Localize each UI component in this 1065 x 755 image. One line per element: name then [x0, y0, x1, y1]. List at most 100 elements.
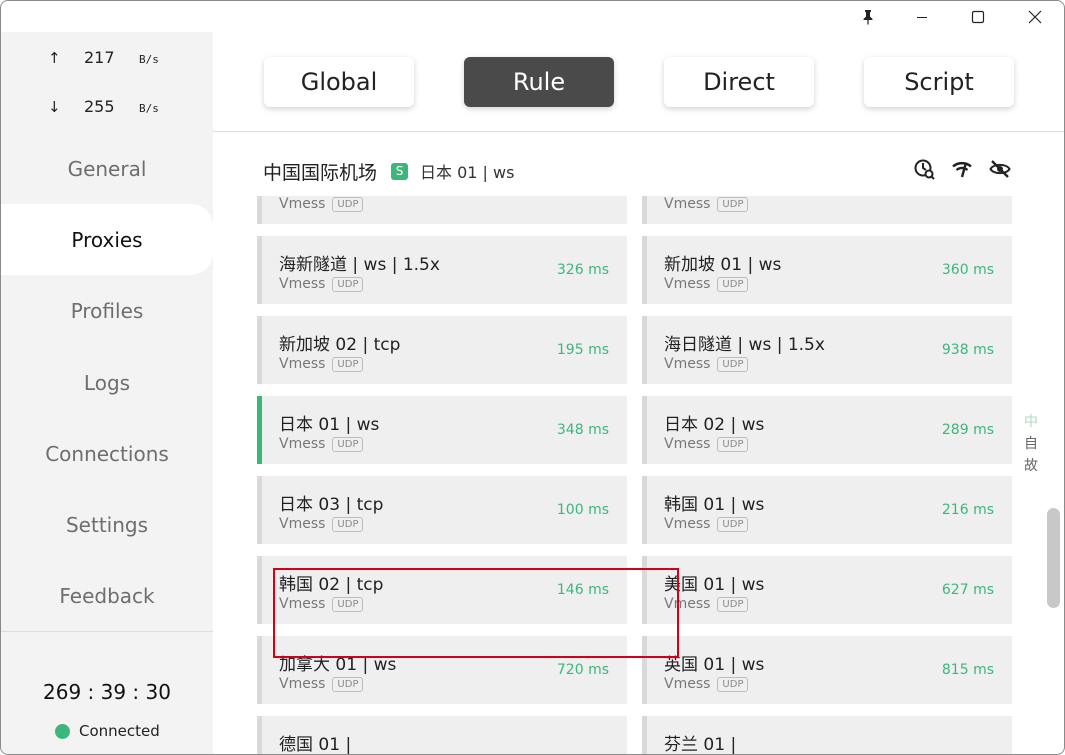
proxy-type: Vmess UDP: [664, 676, 749, 692]
upload-arrow-icon: ↑: [48, 49, 61, 67]
proxy-delay[interactable]: 815 ms: [942, 662, 994, 678]
proxy-name: 美国 01 | ws: [664, 575, 765, 595]
nav-general[interactable]: General: [1, 133, 213, 204]
proxy-delay[interactable]: 216 ms: [942, 502, 994, 518]
status-text: Connected: [79, 722, 160, 740]
mode-global-button[interactable]: Global: [264, 57, 414, 107]
index-letter[interactable]: 故: [1020, 455, 1042, 477]
proxy-card[interactable]: 日本 02 | ws Vmess UDP 289 ms: [642, 396, 1012, 464]
wifi-icon[interactable]: [943, 158, 981, 180]
proxy-delay[interactable]: 195 ms: [557, 342, 609, 358]
proxy-type: Vmess UDP: [664, 196, 749, 212]
nav-profiles[interactable]: Profiles: [1, 275, 213, 346]
proxy-delay[interactable]: 289 ms: [942, 422, 994, 438]
proxy-type-label: Vmess: [664, 436, 711, 452]
nav-settings[interactable]: Settings: [1, 489, 213, 560]
udp-badge: UDP: [717, 196, 749, 212]
proxy-type: Vmess UDP: [664, 276, 749, 292]
proxy-name: 新加坡 01 | ws: [664, 255, 782, 275]
app-window: ↑ 217 B/s ↓ 255 B/s General Proxies Prof…: [0, 0, 1065, 755]
proxy-card[interactable]: 日本 01 | ws Vmess UDP 348 ms: [257, 396, 627, 464]
download-speed: ↓ 255 B/s: [48, 97, 159, 116]
mode-direct-button[interactable]: Direct: [664, 57, 814, 107]
proxy-card[interactable]: 海日隧道 | ws | 1.5x Vmess UDP 938 ms: [642, 316, 1012, 384]
udp-badge: UDP: [332, 436, 364, 452]
proxy-delay[interactable]: Timeout: [552, 196, 609, 198]
proxy-name: 英国 01 | ws: [664, 655, 765, 675]
nav-connections[interactable]: Connections: [1, 418, 213, 489]
index-letter[interactable]: 自: [1020, 433, 1042, 455]
nav-feedback[interactable]: Feedback: [1, 560, 213, 631]
proxy-name: 新加坡 02 | tcp: [279, 335, 401, 355]
proxy-delay[interactable]: 326 ms: [557, 262, 609, 278]
mode-script-button[interactable]: Script: [864, 57, 1014, 107]
proxy-card[interactable]: 韩国 01 | ws Vmess UDP 216 ms: [642, 476, 1012, 544]
proxy-card[interactable]: 日本 03 | tcp Vmess UDP 100 ms: [257, 476, 627, 544]
proxy-name: 芬兰 01 |: [664, 735, 737, 755]
nav-proxies[interactable]: Proxies: [1, 204, 213, 275]
proxy-name: 日本 03 | tcp: [279, 495, 384, 515]
delay-test-icon[interactable]: [905, 158, 943, 180]
upload-unit: B/s: [139, 53, 159, 66]
proxy-type-label: Vmess: [279, 436, 326, 452]
proxy-name: 海新隧道 | ws | 1.5x: [279, 255, 440, 275]
minimize-icon[interactable]: [897, 1, 947, 32]
index-letters: 中 自 故: [1020, 411, 1042, 477]
udp-badge: UDP: [332, 276, 364, 292]
upload-value: 217: [84, 48, 115, 67]
proxy-card[interactable]: 台湾 02 | tcpVmessUDPTimeout: [642, 196, 1012, 224]
proxy-card[interactable]: 德国 01 |: [257, 716, 627, 754]
proxy-delay[interactable]: 100 ms: [557, 502, 609, 518]
proxy-card[interactable]: 海新隧道 | ws | 1.5x Vmess UDP 326 ms: [257, 236, 627, 304]
udp-badge: UDP: [717, 516, 749, 532]
proxy-card[interactable]: 台湾 01 | wsVmessUDPTimeout: [257, 196, 627, 224]
title-bar: [1, 1, 1064, 32]
proxy-name: 海日隧道 | ws | 1.5x: [664, 335, 825, 355]
nav-logs[interactable]: Logs: [1, 347, 213, 418]
hide-icon[interactable]: [981, 158, 1019, 180]
status-dot-icon: [55, 723, 70, 739]
proxy-type-label: Vmess: [279, 356, 326, 372]
proxy-list: 台湾 01 | wsVmessUDPTimeout台湾 02 | tcpVmes…: [257, 196, 1027, 755]
close-icon[interactable]: [1010, 1, 1060, 32]
proxy-card[interactable]: 芬兰 01 |: [642, 716, 1012, 755]
proxy-type-label: Vmess: [664, 516, 711, 532]
udp-badge: UDP: [332, 196, 364, 212]
proxy-type-label: Vmess: [279, 276, 326, 292]
udp-badge: UDP: [717, 436, 749, 452]
udp-badge: UDP: [332, 676, 364, 692]
udp-badge: UDP: [717, 596, 749, 612]
maximize-icon[interactable]: [953, 1, 1003, 32]
mode-rule-button[interactable]: Rule: [464, 57, 614, 107]
proxy-type-label: Vmess: [664, 676, 711, 692]
proxy-delay[interactable]: 627 ms: [942, 582, 994, 598]
proxy-delay[interactable]: 938 ms: [942, 342, 994, 358]
proxy-card[interactable]: 英国 01 | ws Vmess UDP 815 ms: [642, 636, 1012, 704]
proxy-type-label: Vmess: [664, 276, 711, 292]
proxy-type: Vmess UDP: [279, 516, 364, 532]
proxy-delay[interactable]: Timeout: [937, 196, 994, 198]
proxy-card[interactable]: 美国 01 | ws Vmess UDP 627 ms: [642, 556, 1012, 624]
udp-badge: UDP: [717, 356, 749, 372]
proxy-delay[interactable]: 720 ms: [557, 662, 609, 678]
proxy-type-label: Vmess: [664, 356, 711, 372]
proxy-card[interactable]: 新加坡 01 | ws Vmess UDP 360 ms: [642, 236, 1012, 304]
download-value: 255: [84, 97, 115, 116]
selection-highlight-box: [273, 568, 679, 658]
proxy-delay[interactable]: 360 ms: [942, 262, 994, 278]
proxy-type: Vmess UDP: [279, 276, 364, 292]
index-letter[interactable]: 中: [1020, 411, 1042, 433]
proxy-type-label: Vmess: [664, 196, 711, 212]
proxy-delay[interactable]: 348 ms: [557, 422, 609, 438]
vertical-scrollbar[interactable]: [1047, 508, 1060, 608]
proxy-name: 日本 02 | ws: [664, 415, 765, 435]
mode-bar: Global Rule Direct Script: [213, 32, 1064, 132]
group-title: 中国国际机场: [263, 161, 378, 184]
udp-badge: UDP: [332, 516, 364, 532]
proxy-type: Vmess UDP: [664, 436, 749, 452]
proxy-type: Vmess UDP: [279, 196, 364, 212]
proxy-group-header[interactable]: 中国国际机场 S 日本 01 | ws: [263, 156, 1013, 186]
proxy-name: 日本 01 | ws: [279, 415, 380, 435]
pin-icon[interactable]: [843, 1, 893, 32]
proxy-card[interactable]: 新加坡 02 | tcp Vmess UDP 195 ms: [257, 316, 627, 384]
